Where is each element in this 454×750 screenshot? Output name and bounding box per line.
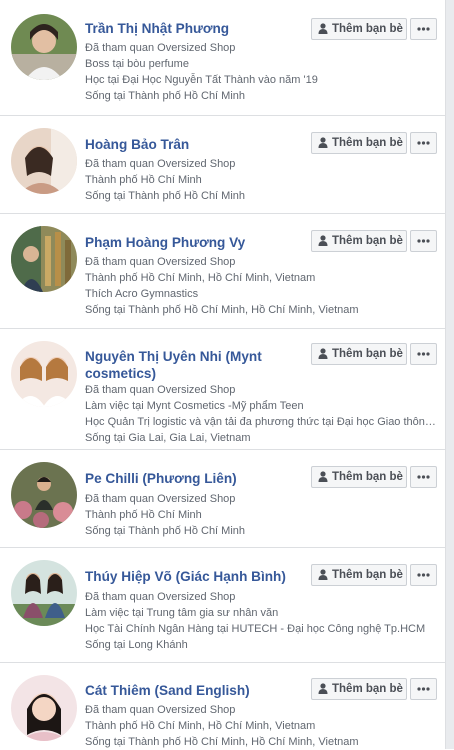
add-friend-label: Thêm bạn bè [332,471,403,483]
more-options-button[interactable] [410,678,437,700]
add-friend-button[interactable]: Thêm bạn bè [311,18,407,40]
add-friend-icon [318,569,328,580]
visit-info: Đã tham quan Oversized Shop [85,42,236,54]
education-info: Học Tài Chính Ngân Hàng tại HUTECH - Đại… [85,623,426,635]
add-friend-label: Thêm bạn bè [332,569,403,581]
avatar[interactable] [11,226,77,292]
more-icon [417,239,430,243]
visit-info: Đã tham quan Oversized Shop [85,158,236,170]
city-info: Thành phố Hồ Chí Minh, Hồ Chí Minh, Viet… [85,272,316,284]
more-icon [417,27,430,31]
more-icon [417,687,430,691]
more-options-button[interactable] [410,564,437,586]
add-friend-icon [318,471,328,482]
people-list: Trần Thị Nhật Phương Đã tham quan Oversi… [0,0,445,749]
more-options-button[interactable] [410,18,437,40]
city-info: Thành phố Hồ Chí Minh [85,509,202,521]
add-friend-button[interactable]: Thêm bạn bè [311,230,407,252]
work-info: Boss tại bòu perfume [85,58,189,70]
person-name[interactable]: Pe Chilli (Phương Liên) [85,470,309,487]
person-name[interactable]: Cát Thiêm (Sand English) [85,682,309,699]
list-item: Hoàng Bảo Trân Đã tham quan Oversized Sh… [0,116,445,214]
location-info: Sống tại Gia Lai, Gia Lai, Vietnam [85,432,251,444]
city-info: Thành phố Hồ Chí Minh [85,174,202,186]
location-info: Sống tại Thành phố Hồ Chí Minh [85,190,246,202]
list-item: Nguyên Thị Uyên Nhi (Mynt cosmetics) Đã … [0,329,445,450]
add-friend-icon [318,348,328,359]
avatar[interactable] [11,675,77,741]
avatar[interactable] [11,560,77,626]
add-friend-label: Thêm bạn bè [332,348,403,360]
add-friend-label: Thêm bạn bè [332,683,403,695]
more-options-button[interactable] [410,466,437,488]
location-info: Sống tại Long Khánh [85,639,188,651]
list-item: Cát Thiêm (Sand English) Đã tham quan Ov… [0,663,445,749]
add-friend-button[interactable]: Thêm bạn bè [311,466,407,488]
add-friend-button[interactable]: Thêm bạn bè [311,564,407,586]
more-options-button[interactable] [410,132,437,154]
more-icon [417,475,430,479]
person-name[interactable]: Nguyên Thị Uyên Nhi (Mynt cosmetics) [85,348,309,382]
visit-info: Đã tham quan Oversized Shop [85,256,236,268]
person-name[interactable]: Phạm Hoàng Phương Vy [85,234,309,251]
person-name[interactable]: Thúy Hiệp Võ (Giác Hạnh Bình) [85,568,309,585]
add-friend-label: Thêm bạn bè [332,235,403,247]
avatar[interactable] [11,462,77,528]
work-info: Làm việc tại Mynt Cosmetics -Mỹ phẩm Tee… [85,400,304,412]
more-icon [417,573,430,577]
avatar[interactable] [11,14,77,80]
add-friend-icon [318,235,328,246]
visit-info: Đã tham quan Oversized Shop [85,493,236,505]
visit-info: Đã tham quan Oversized Shop [85,704,236,716]
city-info: Thành phố Hồ Chí Minh, Hồ Chí Minh, Viet… [85,720,316,732]
add-friend-button[interactable]: Thêm bạn bè [311,343,407,365]
add-friend-button[interactable]: Thêm bạn bè [311,678,407,700]
more-options-button[interactable] [410,230,437,252]
add-friend-icon [318,23,328,34]
location-info: Sống tại Thành phố Hồ Chí Minh [85,525,246,537]
add-friend-icon [318,137,328,148]
person-name[interactable]: Hoàng Bảo Trân [85,136,309,153]
list-item: Trần Thị Nhật Phương Đã tham quan Oversi… [0,0,445,116]
add-friend-button[interactable]: Thêm bạn bè [311,132,407,154]
page-edge [445,0,454,749]
avatar[interactable] [11,341,77,407]
add-friend-icon [318,683,328,694]
location-info: Sống tại Thành phố Hồ Chí Minh, Hồ Chí M… [85,736,359,748]
interest-info: Thích Acro Gymnastics [85,288,199,300]
list-item: Phạm Hoàng Phương Vy Đã tham quan Oversi… [0,214,445,329]
avatar[interactable] [11,128,77,194]
list-item: Pe Chilli (Phương Liên) Đã tham quan Ove… [0,450,445,548]
more-icon [417,352,430,356]
visit-info: Đã tham quan Oversized Shop [85,384,236,396]
person-name[interactable]: Trần Thị Nhật Phương [85,20,309,37]
education-info: Học tại Đại Học Nguyễn Tất Thành vào năm… [85,74,318,86]
more-options-button[interactable] [410,343,437,365]
more-icon [417,141,430,145]
location-info: Sống tại Thành phố Hồ Chí Minh [85,90,246,102]
add-friend-label: Thêm bạn bè [332,23,403,35]
add-friend-label: Thêm bạn bè [332,137,403,149]
education-info: Học Quản Trị logistic và vận tải đa phươ… [85,416,440,428]
visit-info: Đã tham quan Oversized Shop [85,591,236,603]
location-info: Sống tại Thành phố Hồ Chí Minh, Hồ Chí M… [85,304,359,316]
work-info: Làm việc tại Trung tâm gia sư nhân văn [85,607,279,619]
list-item: Thúy Hiệp Võ (Giác Hạnh Bình) Đã tham qu… [0,548,445,663]
